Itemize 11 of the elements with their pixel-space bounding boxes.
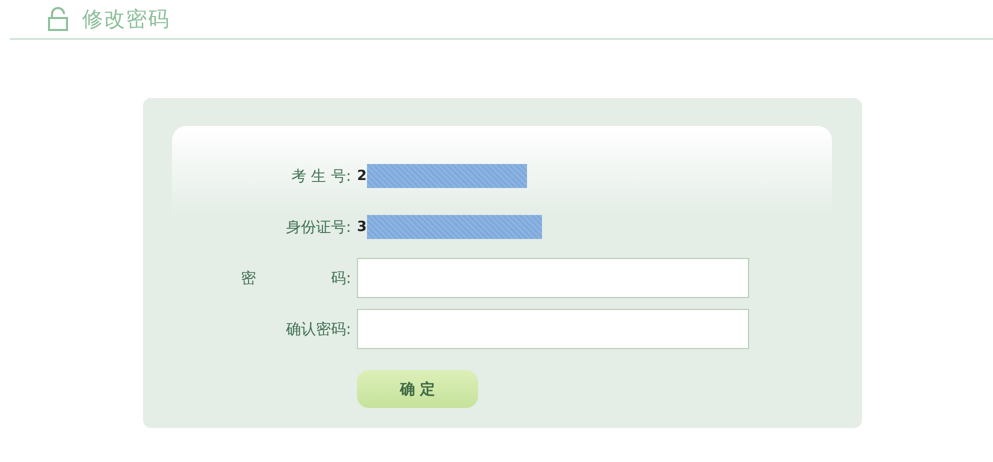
confirm-button[interactable]: 确 定 <box>357 370 478 408</box>
page-title: 修改密码 <box>82 6 170 33</box>
field-label: 确认密码: <box>286 320 352 338</box>
field-label: 身份证号: <box>286 218 352 236</box>
lock-icon <box>48 7 68 31</box>
password-field[interactable] <box>357 258 749 298</box>
field-label: 考 生 号: <box>291 166 352 186</box>
field-value: 3 <box>357 219 367 235</box>
field-value: 2 <box>357 168 367 184</box>
password-field[interactable] <box>357 309 749 349</box>
field-label: 密 码: <box>240 268 352 288</box>
